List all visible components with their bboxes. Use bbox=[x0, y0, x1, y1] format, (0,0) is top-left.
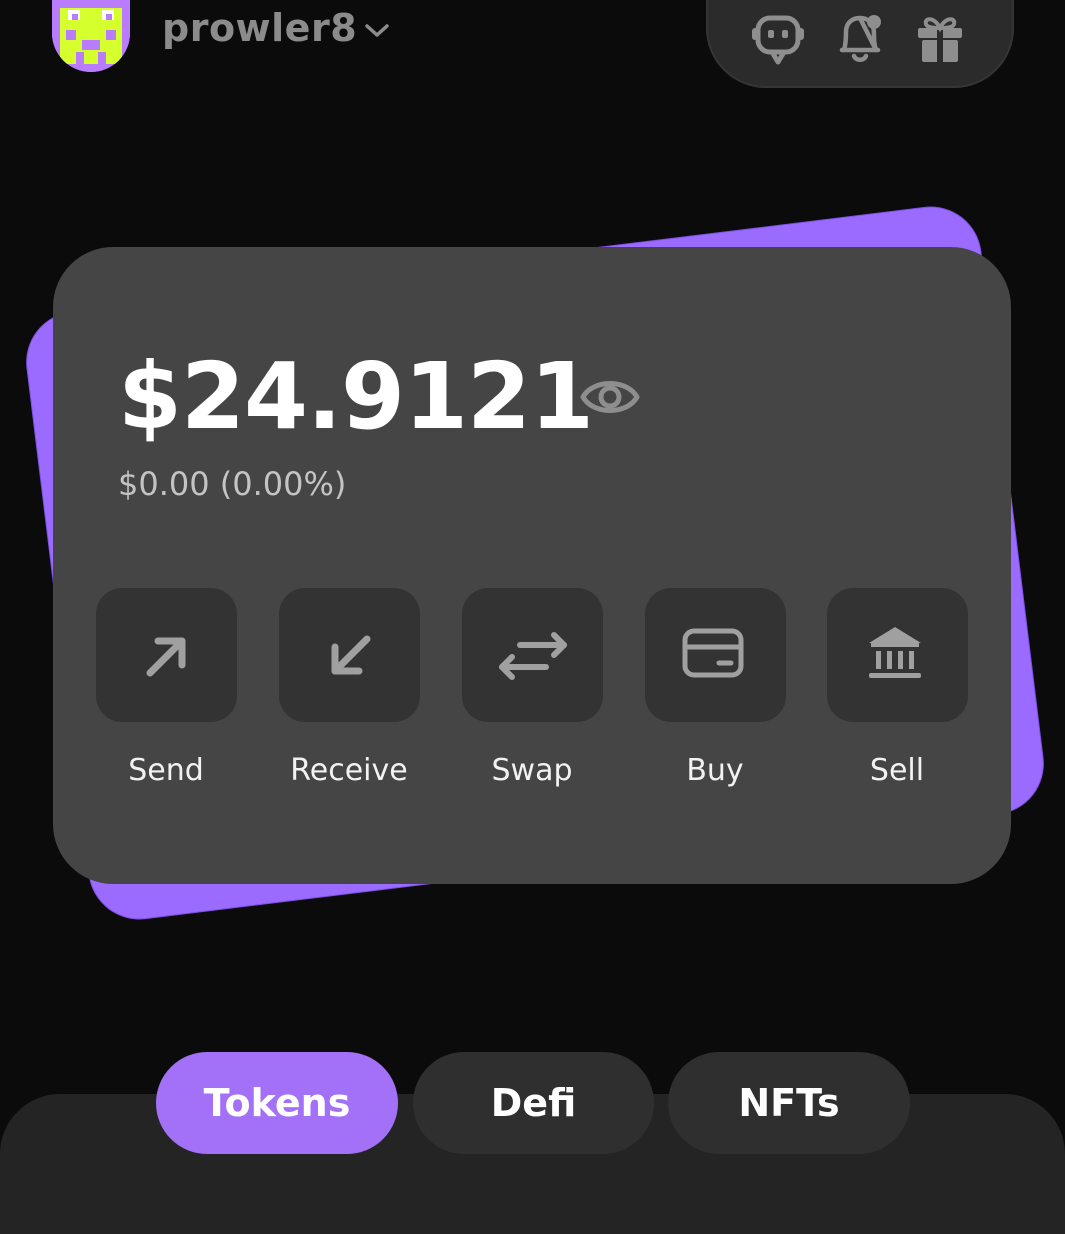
tab-tokens[interactable]: Tokens bbox=[156, 1052, 398, 1154]
bank-icon bbox=[869, 627, 921, 678]
send-button[interactable] bbox=[96, 588, 237, 722]
receive-label: Receive bbox=[290, 753, 408, 788]
header-actions bbox=[706, 0, 1014, 88]
credit-card-icon bbox=[682, 628, 744, 678]
buy-button[interactable] bbox=[645, 588, 786, 722]
sell-label: Sell bbox=[869, 753, 925, 788]
swap-arrows-icon bbox=[499, 632, 567, 680]
receive-button[interactable] bbox=[279, 588, 420, 722]
arrow-up-right-icon bbox=[146, 637, 186, 677]
balance-change: $0.00 (0.00%) bbox=[118, 465, 347, 503]
eye-icon[interactable] bbox=[579, 371, 641, 423]
swap-label: Swap bbox=[491, 753, 573, 788]
bot-icon[interactable] bbox=[748, 8, 808, 68]
tab-defi[interactable]: Defi bbox=[413, 1052, 654, 1154]
chevron-down-icon[interactable] bbox=[362, 18, 392, 42]
gift-icon[interactable] bbox=[910, 8, 970, 68]
arrow-down-left-icon bbox=[331, 635, 371, 675]
account-name[interactable]: prowler8 bbox=[162, 6, 357, 50]
balance-card: $24.9121 $0.00 (0.00%) Send Receive Swap… bbox=[53, 247, 1011, 884]
bell-icon[interactable] bbox=[830, 8, 890, 68]
tab-nfts[interactable]: NFTs bbox=[668, 1052, 910, 1154]
avatar[interactable] bbox=[52, 0, 130, 72]
total-balance: $24.9121 bbox=[118, 343, 594, 450]
sell-button[interactable] bbox=[827, 588, 968, 722]
swap-button[interactable] bbox=[462, 588, 603, 722]
buy-label: Buy bbox=[686, 753, 744, 788]
send-label: Send bbox=[128, 753, 204, 788]
